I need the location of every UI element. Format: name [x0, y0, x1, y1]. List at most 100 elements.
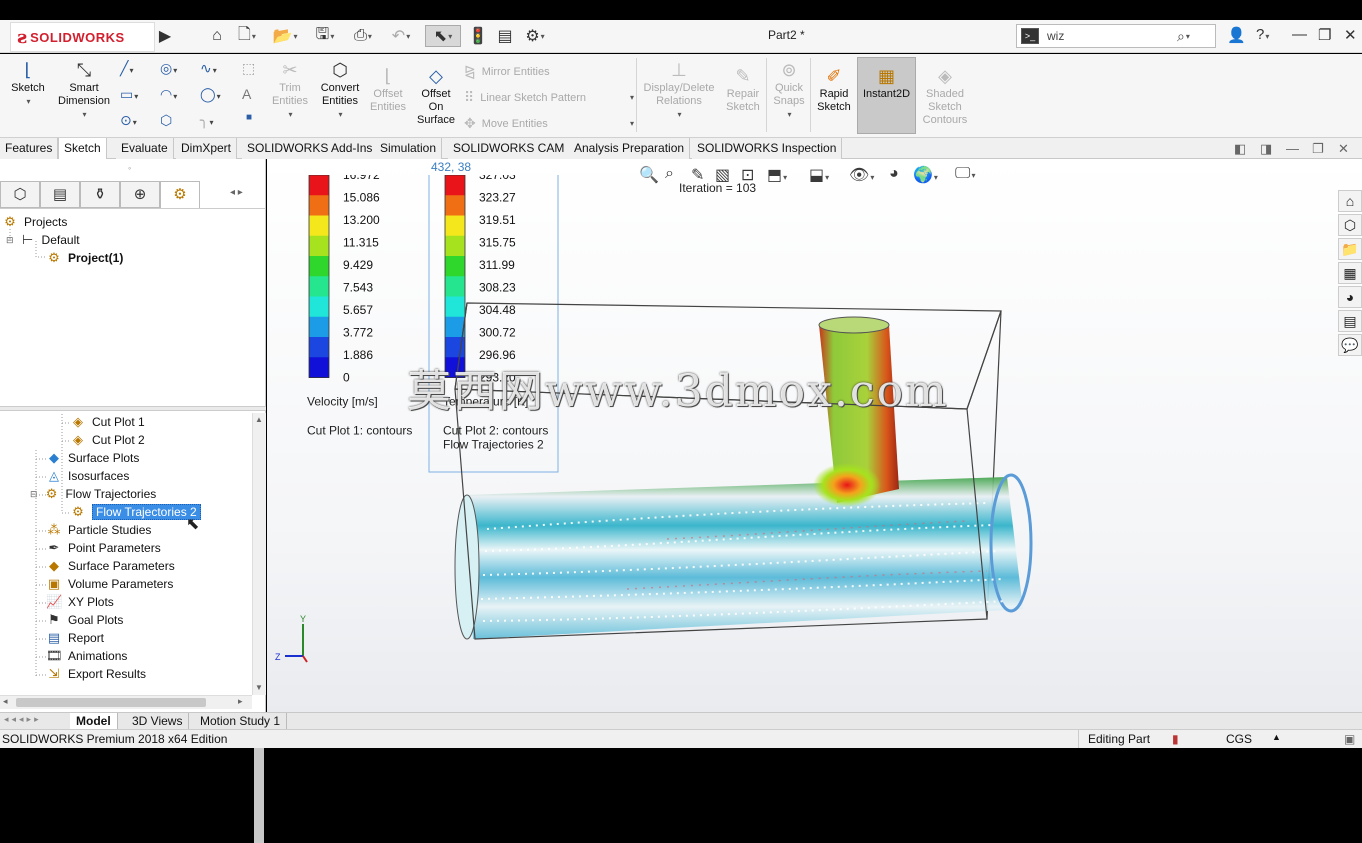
rebuild-status-icon[interactable]: ▮: [1172, 732, 1179, 746]
task-home-icon[interactable]: ⌂: [1338, 190, 1362, 212]
tile-left-icon[interactable]: ◧: [1234, 141, 1246, 157]
task-custom-properties-icon[interactable]: ▤: [1338, 310, 1362, 332]
units-menu-icon[interactable]: ▲: [1272, 732, 1281, 742]
rectangle-tool-icon[interactable]: ▭▾: [120, 86, 138, 103]
tab-simulation[interactable]: Simulation: [375, 138, 443, 159]
featuremanager-tab-icon[interactable]: ⬡: [0, 181, 40, 208]
line-tool-icon[interactable]: ╱▾: [120, 60, 133, 77]
sketch-button[interactable]: ⌊ Sketch ▾: [8, 60, 48, 108]
scroll-left-icon[interactable]: ◂: [3, 696, 8, 707]
options-icon[interactable]: ⚙ ▾: [518, 25, 552, 47]
task-appearances-icon[interactable]: ◕: [1338, 286, 1362, 308]
view-orientation-icon[interactable]: ⬒▾: [767, 165, 787, 185]
restore-icon[interactable]: ❐: [1318, 26, 1331, 44]
solidworks-logo[interactable]: ƨ SOLIDWORKS: [10, 22, 155, 52]
point-tool-icon[interactable]: ■: [246, 112, 252, 123]
customize-status-icon[interactable]: ▣: [1344, 732, 1355, 746]
doc-minimize-icon[interactable]: —: [1286, 141, 1299, 156]
tab-analysis-preparation[interactable]: Analysis Preparation: [569, 138, 691, 159]
user-icon[interactable]: 👤: [1227, 26, 1246, 44]
polygon-tool-icon[interactable]: ⬡: [160, 112, 172, 129]
file-properties-icon[interactable]: ▤: [494, 25, 516, 47]
text-tool-icon[interactable]: A: [242, 86, 251, 102]
configuration-tab-icon[interactable]: ⚱: [80, 181, 120, 208]
tab-sketch[interactable]: Sketch: [58, 138, 107, 159]
tab-addins[interactable]: SOLIDWORKS Add-Ins: [242, 138, 379, 159]
search-icon[interactable]: ⌕: [1177, 28, 1185, 45]
tree-item-cut-plot-2[interactable]: ◈ Cut Plot 2: [70, 432, 145, 448]
circle-tool-icon[interactable]: ◎▾: [160, 60, 177, 77]
view-settings-icon[interactable]: 🖵▾: [955, 165, 975, 183]
move-entities-button[interactable]: ✥ Move Entities ▾: [464, 115, 634, 132]
convert-entities-button[interactable]: ⬡ Convert Entities ▾: [316, 60, 364, 121]
new-document-icon[interactable]: 🗋 ▾: [232, 25, 262, 47]
linear-sketch-pattern-button[interactable]: ⠿ Linear Sketch Pattern ▾: [464, 89, 634, 106]
help-icon[interactable]: ?▾: [1256, 26, 1269, 43]
tab-motion-study-1[interactable]: Motion Study 1: [194, 713, 288, 730]
tree-item-flow-trajectories-2[interactable]: ⚙ Flow Trajectories 2: [70, 504, 201, 520]
ellipse-tool-icon[interactable]: ◯▾: [200, 86, 221, 103]
tree-vertical-scrollbar[interactable]: ▲ ▼: [252, 413, 266, 843]
task-forum-icon[interactable]: 💬: [1338, 334, 1362, 356]
repair-sketch-button[interactable]: ✎ Repair Sketch: [722, 66, 764, 114]
task-design-library-icon[interactable]: ▦: [1338, 262, 1362, 284]
doc-close-icon[interactable]: ✕: [1338, 141, 1349, 157]
tile-right-icon[interactable]: ◨: [1260, 141, 1272, 157]
tab-model[interactable]: Model: [70, 713, 118, 730]
tab-nav-arrows-icon[interactable]: ◂◂◂▸▸: [4, 714, 42, 725]
tree-item-projects[interactable]: ⚙ Projects: [2, 214, 67, 230]
panel-scroll-left-icon[interactable]: ◂ ▸: [230, 187, 243, 198]
close-icon[interactable]: ✕: [1344, 26, 1357, 44]
offset-on-surface-button[interactable]: ◇ Offset On Surface: [414, 66, 458, 127]
tab-cam[interactable]: SOLIDWORKS CAM: [448, 138, 571, 159]
scroll-right-icon[interactable]: ▸: [238, 696, 243, 707]
tree-item-cut-plot-1[interactable]: ◈ Cut Plot 1: [70, 414, 145, 430]
slot-tool-icon[interactable]: ⊙▾: [120, 112, 137, 129]
task-file-explorer-icon[interactable]: 📁: [1338, 238, 1362, 260]
instant2d-button[interactable]: ▦ Instant2D: [857, 57, 916, 134]
undo-icon[interactable]: ↶ ▾: [386, 25, 416, 47]
offset-entities-button[interactable]: ⌊ Offset Entities: [366, 66, 410, 114]
select-icon[interactable]: ⬉ ▾: [425, 25, 461, 47]
tab-dimxpert[interactable]: DimXpert: [176, 138, 238, 159]
flow-model-render[interactable]: [427, 289, 1067, 659]
doc-restore-icon[interactable]: ❐: [1312, 141, 1324, 157]
home-icon[interactable]: ⌂: [206, 25, 228, 47]
trim-entities-button[interactable]: ✂ Trim Entities ▾: [268, 60, 312, 121]
search-input[interactable]: [1047, 29, 1177, 43]
fillet-tool-icon[interactable]: ╮▾: [200, 112, 213, 129]
minimize-icon[interactable]: —: [1292, 26, 1307, 43]
scroll-down-icon[interactable]: ▼: [255, 683, 263, 692]
tab-3d-views[interactable]: 3D Views: [126, 713, 190, 730]
command-search-icon[interactable]: >_: [1021, 28, 1039, 44]
print-icon[interactable]: ⎙ ▾: [348, 25, 378, 47]
tab-inspection[interactable]: SOLIDWORKS Inspection: [692, 138, 843, 159]
h-scroll-thumb[interactable]: [16, 698, 206, 707]
quick-snaps-button[interactable]: ⊚ Quick Snaps ▾: [770, 60, 808, 121]
save-icon[interactable]: 🖫 ▾: [310, 25, 340, 47]
scroll-up-icon[interactable]: ▲: [255, 415, 263, 424]
tab-features[interactable]: Features: [0, 138, 59, 159]
scroll-thumb[interactable]: [254, 743, 264, 843]
display-delete-relations-button[interactable]: ⊥ Display/Delete Relations ▾: [640, 60, 718, 121]
dimxpert-tab-icon[interactable]: ⊕: [120, 181, 160, 208]
flow-simulation-tab-icon[interactable]: ⚙: [160, 181, 200, 208]
open-icon[interactable]: 📂 ▾: [270, 25, 300, 47]
display-style-icon[interactable]: ⬓▾: [809, 165, 829, 185]
zoom-to-area-icon[interactable]: ⌕: [665, 165, 674, 183]
rapid-sketch-button[interactable]: ✐ Rapid Sketch: [814, 66, 854, 114]
convert-surface-icon[interactable]: ⬚: [242, 60, 255, 77]
mirror-entities-button[interactable]: ⧎ Mirror Entities: [464, 63, 550, 80]
tab-evaluate[interactable]: Evaluate: [116, 138, 174, 159]
zoom-to-fit-icon[interactable]: 🔍: [639, 165, 659, 185]
arc-tool-icon[interactable]: ◠▾: [160, 86, 177, 103]
search-box[interactable]: >_ ⌕▾: [1016, 24, 1216, 48]
task-resources-icon[interactable]: ⬡: [1338, 214, 1362, 236]
propertymanager-tab-icon[interactable]: ▤: [40, 181, 80, 208]
hide-show-items-icon[interactable]: 👁▾: [849, 165, 874, 185]
panel-grip-icon[interactable]: ◦: [128, 163, 131, 173]
edit-appearance-icon[interactable]: ◕: [889, 165, 899, 183]
rebuild-icon[interactable]: 🚦: [468, 25, 488, 47]
smart-dimension-button[interactable]: ⤡ Smart Dimension ▾: [54, 60, 114, 121]
spline-tool-icon[interactable]: ∿▾: [200, 60, 217, 77]
